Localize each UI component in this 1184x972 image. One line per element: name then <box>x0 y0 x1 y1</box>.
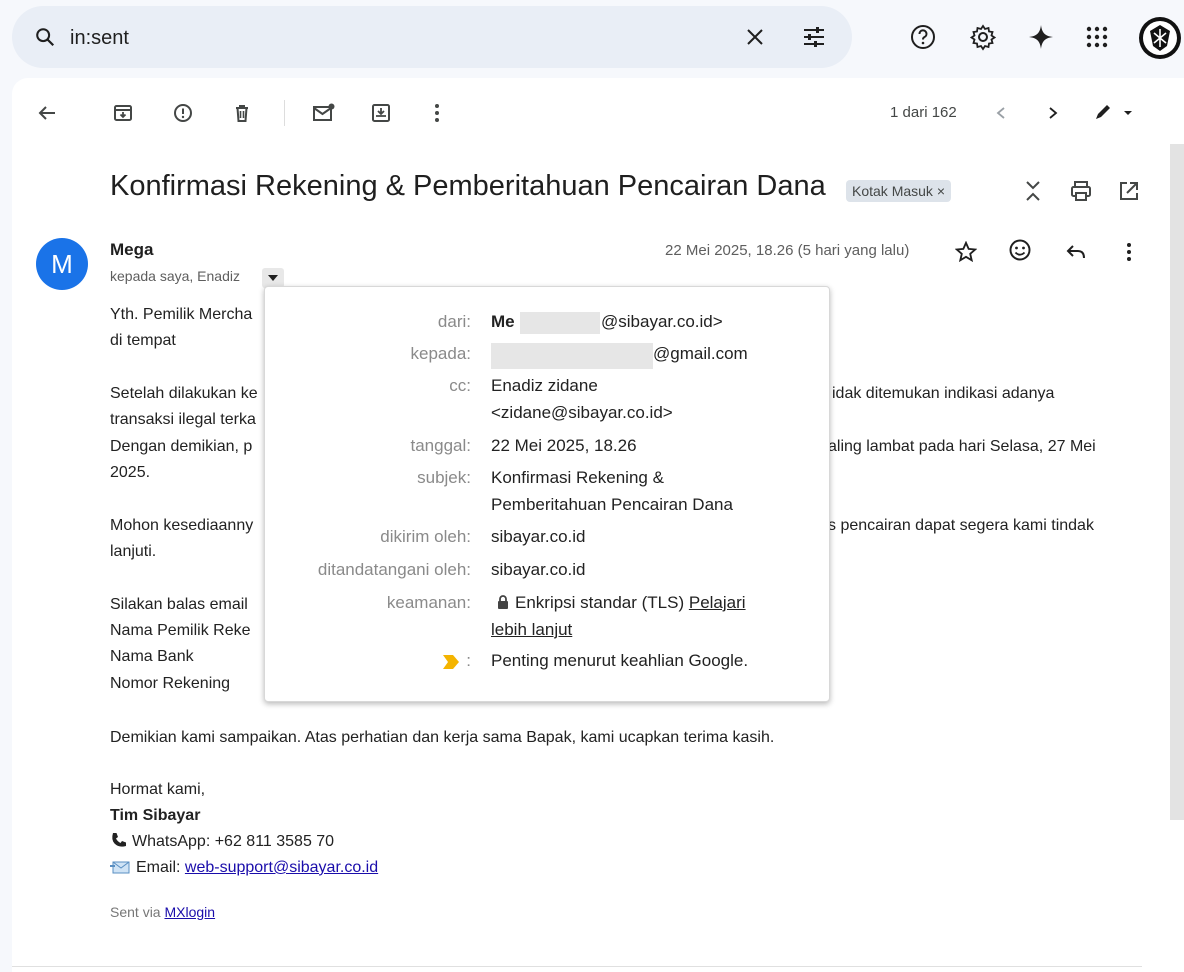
inbox-label-chip[interactable]: Kotak Masuk × <box>846 180 951 202</box>
body-p3-line2: Nama Pemilik Reke <box>110 622 251 639</box>
to-label: kepada: <box>410 344 472 363</box>
date-value: 22 Mei 2025, 18.26 <box>491 436 637 455</box>
body-p2-line1-left: Mohon kesediaanny <box>110 517 254 534</box>
report-spam-icon[interactable] <box>170 100 196 126</box>
gemini-sparkle-icon[interactable] <box>1026 22 1056 52</box>
whatsapp-text: WhatsApp: +62 811 3585 70 <box>132 833 335 850</box>
body-p1-line3-right: aling lambat pada hari Selasa, 27 Mei <box>828 438 1096 455</box>
body-regards: Hormat kami, <box>110 781 206 798</box>
star-icon[interactable] <box>952 238 980 266</box>
edit-pen-dropdown-icon[interactable] <box>1090 100 1136 126</box>
cc-email: <zidane@sibayar.co.id> <box>491 403 673 422</box>
emoji-reaction-icon[interactable] <box>1006 236 1034 264</box>
lock-icon <box>497 595 509 609</box>
email-label-text: Email: <box>136 859 185 876</box>
close-icon[interactable] <box>742 24 768 50</box>
details-dropdown-icon[interactable] <box>262 268 284 288</box>
recipients-summary: kepada saya, Enadiz <box>110 268 240 284</box>
subject-line-2: Pemberitahuan Pencairan Dana <box>491 495 733 514</box>
body-p2-line2: lanjuti. <box>110 543 157 560</box>
date-label: tanggal: <box>410 436 472 455</box>
body-p3-line1: Silakan balas email <box>110 596 248 613</box>
toolbar-divider <box>284 100 285 126</box>
learn-more-link-1[interactable]: Pelajari <box>689 593 746 612</box>
importance-value: Penting menurut keahlian Google. <box>491 651 749 670</box>
security-value-line: Enkripsi standar (TLS) Pelajari <box>491 589 746 616</box>
learn-more-link-2[interactable]: lebih lanjut <box>491 616 572 643</box>
body-greeting-2: di tempat <box>110 332 176 349</box>
body-whatsapp: WhatsApp: +62 811 3585 70 <box>110 829 334 855</box>
move-to-icon[interactable] <box>368 100 394 126</box>
message-counter: 1 dari 162 <box>890 104 957 121</box>
search-icon[interactable] <box>32 24 58 50</box>
body-p1-line4: 2025. <box>110 464 151 481</box>
mark-unread-icon[interactable] <box>310 100 338 126</box>
mxlogin-link[interactable]: MXlogin <box>164 904 215 920</box>
body-p1-line1-right: idak ditemukan indikasi adanya <box>832 385 1055 402</box>
message-details-popup: dari: Me @sibayar.co.id> kepada: @gmail.… <box>264 286 830 702</box>
search-options-icon[interactable] <box>800 24 828 50</box>
to-suffix: @gmail.com <box>653 344 748 363</box>
settings-gear-icon[interactable] <box>968 22 998 52</box>
from-suffix: @sibayar.co.id> <box>601 312 723 331</box>
signed-by-value: sibayar.co.id <box>491 560 586 579</box>
help-icon[interactable] <box>908 22 938 52</box>
account-avatar[interactable] <box>1138 16 1182 60</box>
subject-label: subjek: <box>417 468 471 487</box>
body-p1-line1-left: Setelah dilakukan ke <box>110 385 258 402</box>
delete-trash-icon[interactable] <box>229 100 255 126</box>
body-p1-line3-left: Dengan demikian, p <box>110 438 253 455</box>
subject-line-1: Konfirmasi Rekening & <box>491 468 664 487</box>
archive-icon[interactable] <box>110 100 136 126</box>
body-closing: Demikian kami sampaikan. Atas perhatian … <box>110 729 775 746</box>
sender-name[interactable]: Mega <box>110 240 153 260</box>
print-icon[interactable] <box>1068 178 1094 204</box>
importance-colon: : <box>466 651 471 670</box>
email-subject: Konfirmasi Rekening & Pemberitahuan Penc… <box>110 170 826 202</box>
message-more-vert-icon[interactable] <box>1116 238 1142 266</box>
body-p3-line4: Nomor Rekening <box>110 675 231 692</box>
older-chevron-icon[interactable] <box>1040 100 1066 126</box>
mailed-by-value: sibayar.co.id <box>491 527 586 546</box>
search-input[interactable]: in:sent <box>70 27 129 50</box>
support-email-link[interactable]: web-support@sibayar.co.id <box>185 859 378 876</box>
body-sent-via: Sent via MXlogin <box>110 899 215 925</box>
cc-label: cc: <box>449 376 471 395</box>
sent-via-text: Sent via <box>110 904 165 920</box>
security-value: Enkripsi standar (TLS) <box>515 593 685 612</box>
newer-chevron-icon[interactable] <box>988 100 1014 126</box>
mailed-by-label: dikirim oleh: <box>380 527 471 546</box>
body-email-line: Email: web-support@sibayar.co.id <box>110 855 378 881</box>
open-new-window-icon[interactable] <box>1116 178 1142 204</box>
redacted-block <box>491 343 653 369</box>
reply-icon[interactable] <box>1062 238 1090 266</box>
envelope-icon <box>110 859 130 875</box>
body-p2-line1-right: s pencairan dapat segera kami tindak <box>828 517 1094 534</box>
bottom-divider <box>12 966 1142 967</box>
redacted-block <box>520 312 600 334</box>
body-greeting-1: Yth. Pemilik Mercha <box>110 306 253 323</box>
back-arrow-icon[interactable] <box>34 100 60 126</box>
from-label: dari: <box>437 312 471 331</box>
cc-name: Enadiz zidane <box>491 376 598 395</box>
scrollbar[interactable] <box>1170 144 1184 820</box>
importance-marker-icon <box>443 655 459 669</box>
body-p1-line2: transaksi ilegal terka <box>110 411 256 428</box>
phone-icon <box>110 831 128 849</box>
email-date: 22 Mei 2025, 18.26 (5 hari yang lalu) <box>665 242 910 259</box>
body-p3-line3: Nama Bank <box>110 648 194 665</box>
apps-grid-icon[interactable] <box>1082 22 1112 52</box>
search-bar[interactable]: in:sent <box>12 6 852 68</box>
body-team-name: Tim Sibayar <box>110 807 201 824</box>
sender-avatar[interactable]: M <box>36 238 88 290</box>
expand-collapse-icon[interactable] <box>1020 178 1046 204</box>
from-prefix: Me <box>491 312 515 331</box>
more-vert-icon[interactable] <box>424 100 450 126</box>
security-label: keamanan: <box>386 593 471 612</box>
signed-by-label: ditandatangani oleh: <box>317 560 471 579</box>
